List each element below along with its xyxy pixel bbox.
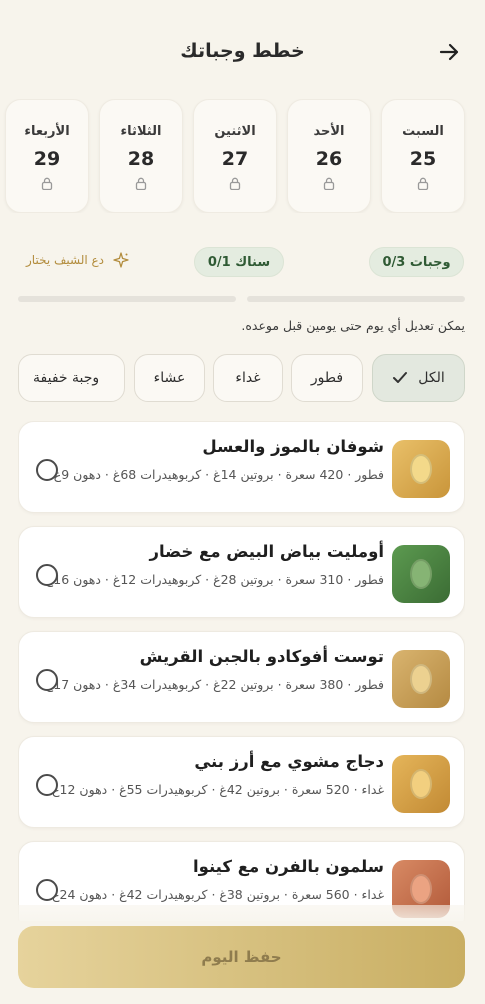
filter-dinner[interactable]: عشاء: [134, 354, 205, 402]
meal-list: شوفان بالموز والعسل فطور · 420 سعرة · بر…: [18, 421, 465, 921]
check-icon: [393, 372, 408, 383]
meal-name: دجاج مشوي مع أرز بني: [194, 752, 384, 771]
meal-card[interactable]: شوفان بالموز والعسل فطور · 420 سعرة · بر…: [18, 421, 465, 513]
meal-info: غداء · 560 سعرة · بروتين 38غ · كربوهيدرا…: [52, 887, 384, 902]
meals-counter-badge: وجبات 0/3: [369, 247, 464, 277]
meal-name: شوفان بالموز والعسل: [202, 437, 384, 456]
snack-progress-bar: [18, 296, 236, 302]
arrow-right-icon: [439, 43, 459, 61]
meal-image: [392, 650, 450, 708]
filter-snack[interactable]: وجبة خفيفة: [18, 354, 125, 402]
day-name: الثلاثاء: [120, 124, 162, 139]
day-name: السبت: [402, 124, 444, 139]
meal-name: سلمون بالفرن مع كينوا: [192, 857, 384, 876]
day-name: الاثنين: [214, 124, 256, 139]
filter-label: عشاء: [153, 370, 186, 386]
day-number: 28: [127, 148, 155, 170]
filter-label: الكل: [418, 370, 445, 386]
meals-progress-bar: [247, 296, 465, 302]
day-name: الأربعاء: [24, 124, 70, 139]
header: خطط وجباتك: [0, 30, 485, 74]
lock-icon: [41, 177, 53, 190]
meal-image: [392, 755, 450, 813]
day-number: 26: [315, 148, 343, 170]
filter-lunch[interactable]: غداء: [213, 354, 283, 402]
filter-chips: الكل فطور غداء عشاء وجبة خفيفة: [0, 354, 485, 404]
meal-image: [392, 440, 450, 498]
meal-image: [392, 545, 450, 603]
day-card-sat[interactable]: السبت 25: [381, 99, 465, 213]
page-title: خطط وجباتك: [180, 40, 305, 62]
meal-select-radio[interactable]: [36, 564, 58, 586]
meal-select-radio[interactable]: [36, 459, 58, 481]
snack-counter-badge: سناك 0/1: [194, 247, 284, 277]
chef-choose-label: دع الشيف يختار: [26, 253, 105, 267]
filter-breakfast[interactable]: فطور: [291, 354, 363, 402]
day-name: الأحد: [313, 124, 345, 139]
meal-name: أومليت بياض البيض مع خضار: [149, 542, 384, 561]
day-number: 27: [221, 148, 249, 170]
meal-name: توست أفوكادو بالجبن القريش: [139, 647, 384, 666]
chef-choose-button[interactable]: دع الشيف يختار: [26, 249, 130, 271]
day-card-wed[interactable]: الأربعاء 29: [5, 99, 89, 213]
meal-info: غداء · 520 سعرة · بروتين 42غ · كربوهيدرا…: [52, 782, 384, 797]
day-number: 29: [33, 148, 61, 170]
lock-icon: [323, 177, 335, 190]
filter-all[interactable]: الكل: [372, 354, 465, 402]
filter-label: فطور: [310, 370, 344, 386]
save-day-button[interactable]: حفظ اليوم: [18, 926, 465, 988]
day-selector: السبت 25 الأحد 26 الاثنين 27 الثلاثاء 28…: [0, 99, 485, 213]
filter-label: وجبة خفيفة: [33, 370, 100, 386]
day-card-sun[interactable]: الأحد 26: [287, 99, 371, 213]
meal-select-radio[interactable]: [36, 669, 58, 691]
meal-info: فطور · 310 سعرة · بروتين 28غ · كربوهيدرا…: [46, 572, 384, 587]
meal-info: فطور · 380 سعرة · بروتين 22غ · كربوهيدرا…: [46, 677, 384, 692]
lock-icon: [417, 177, 429, 190]
meal-select-radio[interactable]: [36, 879, 58, 901]
meal-info: فطور · 420 سعرة · بروتين 14غ · كربوهيدرا…: [53, 467, 384, 482]
day-card-mon[interactable]: الاثنين 27: [193, 99, 277, 213]
lock-icon: [229, 177, 241, 190]
back-button[interactable]: [435, 38, 463, 66]
day-card-tue[interactable]: الثلاثاء 28: [99, 99, 183, 213]
sparkle-icon: [113, 252, 129, 268]
lock-icon: [135, 177, 147, 190]
meal-select-radio[interactable]: [36, 774, 58, 796]
meal-card[interactable]: دجاج مشوي مع أرز بني غداء · 520 سعرة · ب…: [18, 736, 465, 828]
filter-label: غداء: [235, 370, 261, 386]
meal-card[interactable]: توست أفوكادو بالجبن القريش فطور · 380 سع…: [18, 631, 465, 723]
meal-card[interactable]: أومليت بياض البيض مع خضار فطور · 310 سعر…: [18, 526, 465, 618]
edit-note: يمكن تعديل أي يوم حتى يومين قبل موعده.: [241, 318, 465, 333]
day-number: 25: [409, 148, 437, 170]
